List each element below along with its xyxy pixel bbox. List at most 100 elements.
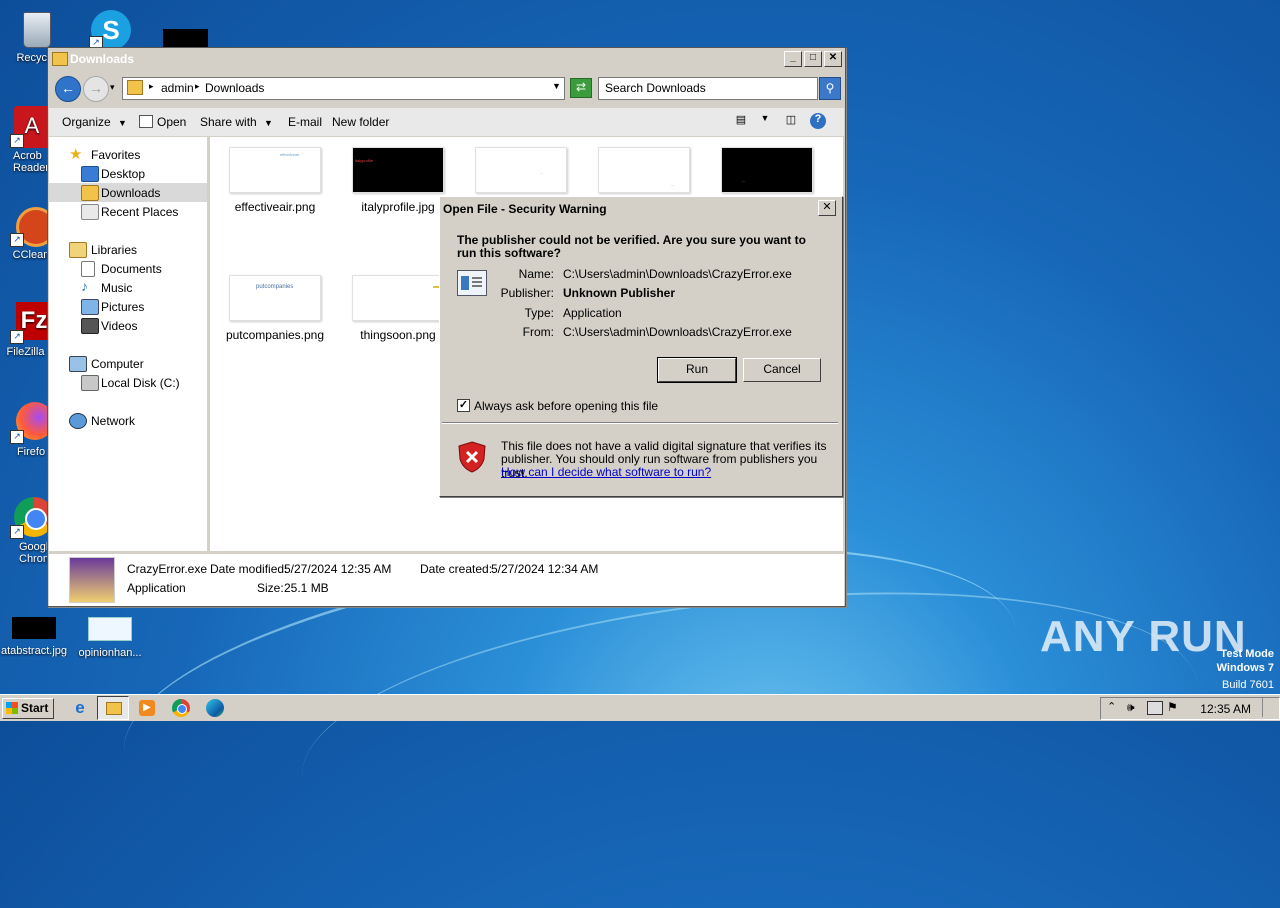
search-input[interactable] [599, 78, 811, 97]
windows-logo-icon [6, 702, 18, 714]
downloads-folder-icon [81, 185, 99, 201]
folder-icon [127, 80, 143, 95]
forward-button[interactable]: → [83, 76, 109, 102]
from-label: From: [522, 325, 554, 339]
videos-icon [81, 318, 99, 334]
libraries-icon [69, 242, 87, 258]
image-thumbnail: effectiveair [229, 147, 321, 193]
desktop-icon-atabstract[interactable]: atabstract.jpg [0, 617, 74, 657]
search-icon[interactable]: ⚲ [819, 77, 841, 100]
minimize-button[interactable]: _ [784, 51, 802, 67]
network-icon[interactable] [1147, 701, 1163, 715]
flag-icon[interactable]: ⚑ [1167, 700, 1178, 714]
desktop-icon [81, 166, 99, 182]
media-player-icon[interactable]: ▶ [137, 698, 157, 718]
edge-icon[interactable] [205, 698, 225, 718]
file-item[interactable]: italyprofile italyprofile.jpg [343, 147, 453, 214]
nav-recent-places[interactable]: Recent Places [49, 202, 207, 221]
skype-icon[interactable]: S ↗ [89, 10, 133, 50]
dialog-question: The publisher could not be verified. Are… [457, 233, 806, 260]
nav-desktop[interactable]: Desktop [49, 164, 207, 183]
dialog-titlebar[interactable]: Open File - Security Warning ✕ [442, 199, 838, 217]
nav-documents[interactable]: Documents [49, 259, 207, 278]
details-size: 25.1 MB [284, 581, 329, 595]
ccleaner-icon: ↗ [10, 205, 56, 247]
breadcrumb-downloads[interactable]: Downloads [205, 81, 264, 95]
file-item[interactable]: ... [712, 147, 822, 200]
cancel-button[interactable]: Cancel [743, 358, 821, 382]
security-warning-dialog: Open File - Security Warning ✕ The publi… [439, 196, 843, 497]
run-button[interactable]: Run [657, 357, 737, 383]
close-button[interactable]: ✕ [824, 51, 842, 67]
file-item[interactable]: thingsoon.png [343, 275, 453, 342]
window-title: Downloads [70, 52, 135, 66]
file-item[interactable]: ... [589, 147, 699, 200]
refresh-button[interactable]: ⇄ [570, 78, 592, 98]
application-icon [457, 270, 487, 296]
view-icon[interactable]: ▤ [732, 113, 750, 129]
recent-pages-dropdown[interactable]: ▾ [110, 82, 115, 93]
from-value: C:\Users\admin\Downloads\CrazyError.exe [563, 325, 792, 339]
black-file-thumbnail[interactable] [163, 29, 208, 47]
acrobat-icon: A ↗ [10, 106, 52, 148]
nav-favorites[interactable]: ★ Favorites [49, 145, 207, 164]
warning-text-line1: This file does not have a valid digital … [501, 439, 827, 453]
file-item[interactable]: putcompanies putcompanies.png [220, 275, 330, 342]
new-folder-button[interactable]: New folder [332, 115, 389, 129]
nav-pictures[interactable]: Pictures [49, 297, 207, 316]
nav-music[interactable]: ♪ Music [49, 278, 207, 297]
view-dropdown-icon[interactable]: ▼ [756, 113, 774, 129]
publisher-value: Unknown Publisher [563, 286, 676, 300]
separator [442, 422, 838, 424]
details-modified-label: Date modified: [210, 562, 288, 576]
clock[interactable]: 12:35 AM [1200, 702, 1251, 716]
folder-icon [106, 702, 122, 715]
test-mode-label: Test Mode [1220, 648, 1274, 660]
share-with-menu[interactable]: Share with ▼ [200, 115, 273, 129]
dialog-title: Open File - Security Warning [443, 202, 607, 216]
help-link[interactable]: How can I decide what software to run? [501, 465, 711, 479]
explorer-titlebar[interactable]: Downloads _ □ ✕ [48, 48, 845, 70]
network-icon [69, 413, 87, 429]
chrome-icon[interactable] [171, 698, 191, 718]
breadcrumb-admin[interactable]: admin [161, 81, 194, 95]
type-value: Application [563, 306, 622, 320]
address-dropdown-icon[interactable]: ▼ [552, 81, 561, 91]
explorer-taskbar-button[interactable] [97, 696, 129, 720]
organize-menu[interactable]: Organize ▼ [62, 115, 127, 129]
folder-icon [52, 52, 68, 66]
show-hidden-icons[interactable]: ⌃ [1107, 700, 1116, 713]
nav-local-disk[interactable]: Local Disk (C:) [49, 373, 207, 392]
file-item[interactable]: effectiveair effectiveair.png [220, 147, 330, 214]
music-icon: ♪ [81, 278, 88, 294]
email-button[interactable]: E-mail [288, 115, 322, 129]
nav-downloads[interactable]: Downloads [49, 183, 207, 202]
type-label: Type: [524, 306, 554, 320]
show-desktop-button[interactable] [1262, 698, 1277, 717]
image-thumbnail [88, 617, 132, 641]
preview-pane-icon[interactable]: ◫ [782, 113, 800, 129]
volume-icon[interactable]: 🕪 [1127, 700, 1135, 715]
address-bar-row: ← → ▾ ▸ admin ▸ Downloads ▼ ⇄ ⚲ [48, 72, 845, 102]
always-ask-checkbox[interactable]: ✓ [457, 399, 470, 412]
open-button[interactable]: Open [139, 115, 186, 129]
nav-libraries[interactable]: Libraries [49, 240, 207, 259]
ie-icon[interactable]: e [70, 698, 90, 718]
desktop-icon-opinionhan[interactable]: opinionhan... [70, 617, 150, 659]
help-icon[interactable]: ? [810, 113, 826, 129]
shield-warning-icon [458, 441, 486, 473]
details-type: Application [127, 581, 186, 595]
address-box[interactable]: ▸ admin ▸ Downloads ▼ [122, 77, 565, 100]
nav-videos[interactable]: Videos [49, 316, 207, 335]
chrome-icon: ↗ [10, 497, 54, 539]
start-button[interactable]: Start [2, 698, 54, 719]
search-box[interactable] [598, 77, 818, 100]
image-thumbnail [12, 617, 56, 639]
window-icon [139, 115, 153, 128]
back-button[interactable]: ← [55, 76, 81, 102]
nav-network[interactable]: Network [49, 411, 207, 430]
file-item[interactable]: ... [466, 147, 576, 200]
maximize-button[interactable]: □ [804, 51, 822, 67]
nav-computer[interactable]: Computer [49, 354, 207, 373]
dialog-close-button[interactable]: ✕ [818, 200, 836, 216]
